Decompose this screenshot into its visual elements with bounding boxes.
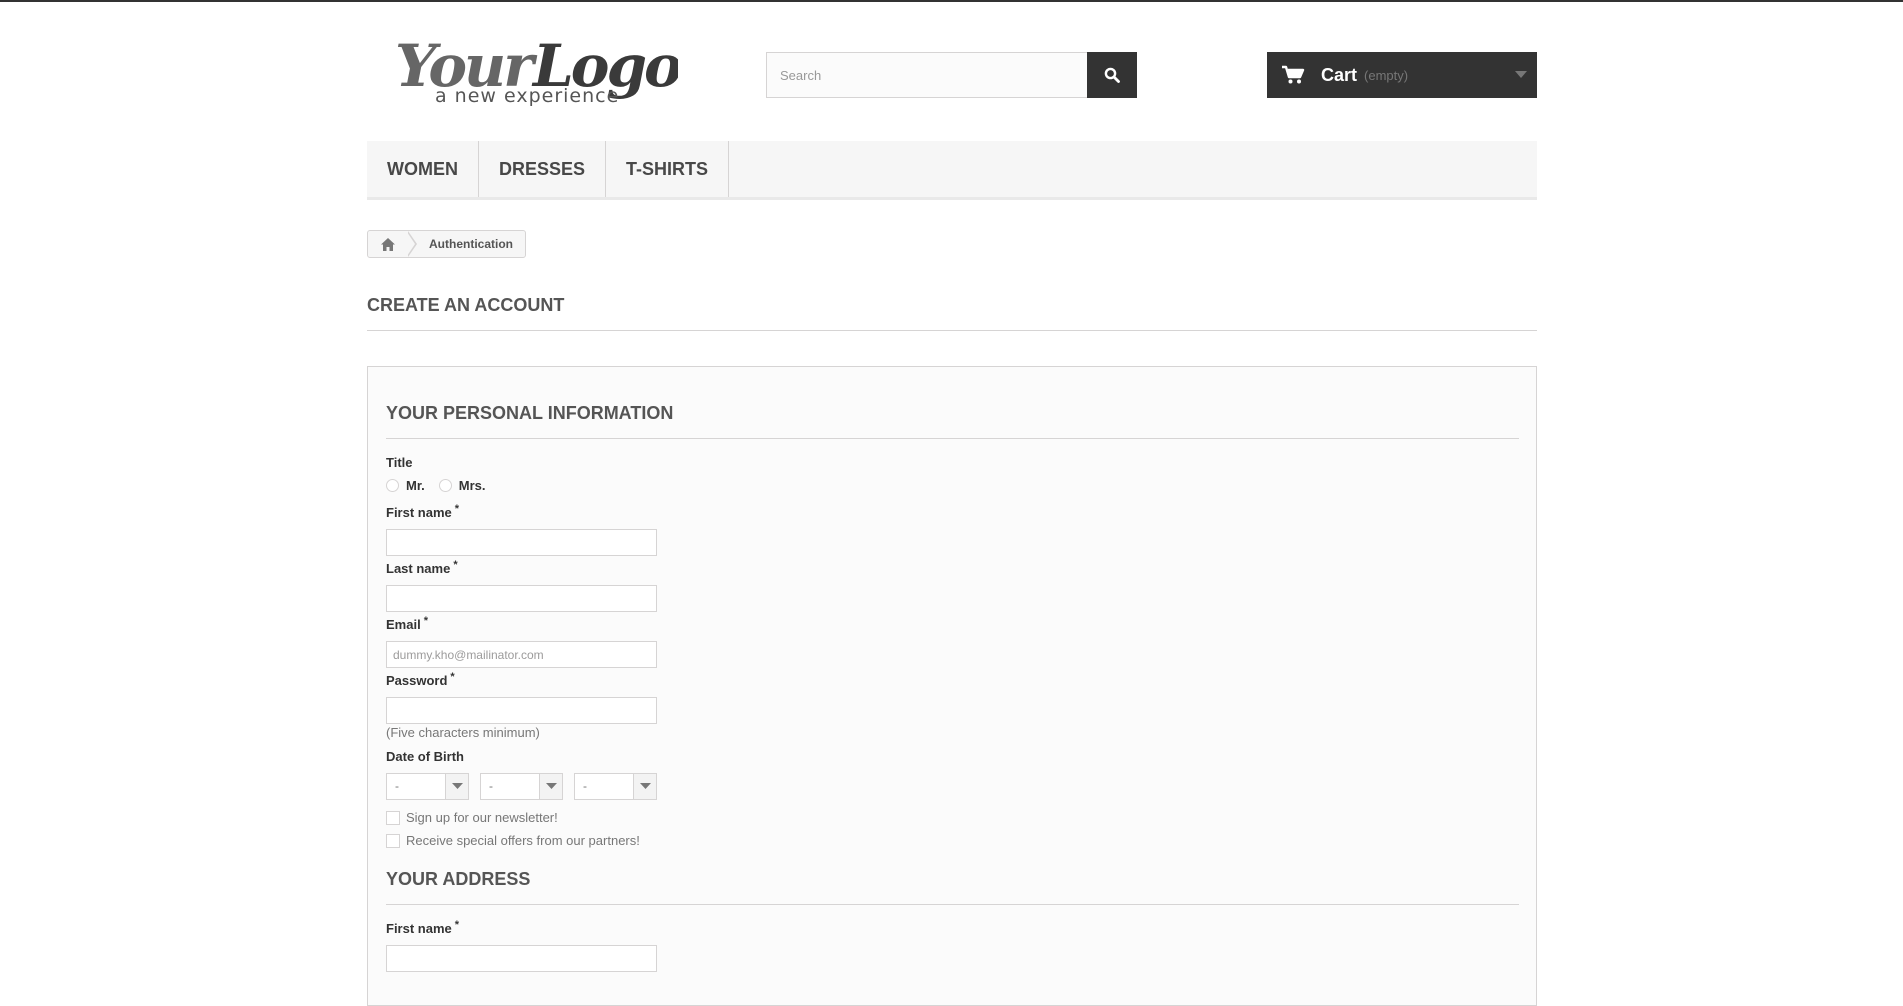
title-option-mrs[interactable]: Mrs. bbox=[438, 478, 486, 493]
dob-label: Date of Birth bbox=[386, 749, 464, 764]
address-heading: YOUR ADDRESS bbox=[386, 869, 1519, 905]
cart-block[interactable]: Cart (empty) bbox=[1267, 52, 1537, 98]
search-bar bbox=[766, 52, 1137, 98]
home-icon bbox=[381, 237, 395, 251]
required-marker: * bbox=[454, 503, 460, 515]
page-title: CREATE AN ACCOUNT bbox=[367, 295, 1537, 331]
dob-month-caret bbox=[539, 774, 562, 799]
search-button[interactable] bbox=[1087, 52, 1137, 98]
dob-day-value: - bbox=[395, 779, 399, 793]
first-name-field[interactable] bbox=[386, 529, 657, 556]
dob-day-select[interactable]: - bbox=[386, 773, 469, 800]
last-name-field[interactable] bbox=[386, 585, 657, 612]
personal-info-heading: YOUR PERSONAL INFORMATION bbox=[386, 403, 1519, 439]
first-name-label: First name * bbox=[386, 503, 460, 520]
last-name-label: Last name * bbox=[386, 559, 458, 576]
dob-year-value: - bbox=[583, 779, 587, 793]
radio-mr[interactable] bbox=[386, 479, 399, 492]
address-first-name-label-text: First name bbox=[386, 921, 452, 936]
dob-year-caret bbox=[633, 774, 656, 799]
title-label: Title bbox=[386, 455, 413, 470]
chevron-down-icon bbox=[1515, 71, 1527, 78]
address-first-name-field[interactable] bbox=[386, 945, 657, 972]
dob-day-caret bbox=[445, 774, 468, 799]
main-menu: WOMEN DRESSES T-SHIRTS bbox=[367, 141, 1537, 200]
site-logo[interactable]: Your Logo a new experience bbox=[393, 28, 684, 110]
offers-checkbox[interactable] bbox=[386, 833, 400, 848]
dob-month-value: - bbox=[489, 779, 493, 793]
dob-year-select[interactable]: - bbox=[574, 773, 657, 800]
address-first-name-label: First name * bbox=[386, 919, 460, 936]
breadcrumb-current: Authentication bbox=[429, 237, 513, 251]
search-input[interactable] bbox=[766, 52, 1087, 98]
radio-mr-label: Mr. bbox=[406, 478, 425, 493]
chevron-down-icon bbox=[639, 783, 651, 789]
radio-mrs[interactable] bbox=[438, 479, 452, 492]
breadcrumb-home[interactable] bbox=[368, 231, 408, 257]
dob-month-select[interactable]: - bbox=[480, 773, 563, 800]
account-creation-form: YOUR PERSONAL INFORMATION Title Mr. Mrs.… bbox=[367, 366, 1537, 1006]
email-label: Email * bbox=[386, 615, 428, 632]
cart-status: (empty) bbox=[1364, 67, 1409, 83]
password-label-text: Password bbox=[386, 673, 448, 688]
cart-label: Cart bbox=[1321, 64, 1358, 85]
required-marker: * bbox=[453, 559, 458, 571]
radio-mrs-label: Mrs. bbox=[458, 478, 486, 493]
breadcrumb-separator bbox=[407, 231, 417, 257]
password-hint: (Five characters minimum) bbox=[386, 725, 540, 740]
last-name-label-text: Last name bbox=[386, 561, 451, 576]
first-name-label-text: First name bbox=[386, 505, 452, 520]
title-radio-group: Mr. Mrs. bbox=[386, 478, 500, 493]
breadcrumb: Authentication bbox=[367, 230, 526, 258]
required-marker: * bbox=[423, 615, 428, 627]
menu-item-dresses[interactable]: DRESSES bbox=[479, 141, 607, 197]
required-marker: * bbox=[454, 919, 460, 931]
logo-image: Your Logo a new experience bbox=[395, 32, 684, 107]
password-field[interactable] bbox=[386, 697, 657, 724]
offers-option[interactable]: Receive special offers from our partners… bbox=[386, 833, 640, 848]
svg-text:a new experience: a new experience bbox=[435, 85, 619, 107]
email-label-text: Email bbox=[386, 617, 421, 632]
shopping-cart-icon bbox=[1282, 65, 1305, 84]
required-marker: * bbox=[450, 671, 455, 683]
newsletter-option[interactable]: Sign up for our newsletter! bbox=[386, 810, 558, 825]
offers-label: Receive special offers from our partners… bbox=[406, 833, 640, 848]
search-icon bbox=[1104, 67, 1120, 83]
password-label: Password * bbox=[386, 671, 455, 688]
email-field[interactable] bbox=[386, 641, 657, 668]
chevron-down-icon bbox=[451, 783, 463, 789]
newsletter-label: Sign up for our newsletter! bbox=[406, 810, 558, 825]
menu-item-tshirts[interactable]: T-SHIRTS bbox=[606, 141, 730, 197]
newsletter-checkbox[interactable] bbox=[386, 810, 400, 825]
menu-item-women[interactable]: WOMEN bbox=[367, 141, 479, 197]
chevron-down-icon bbox=[545, 783, 557, 789]
title-option-mr[interactable]: Mr. bbox=[386, 478, 425, 493]
